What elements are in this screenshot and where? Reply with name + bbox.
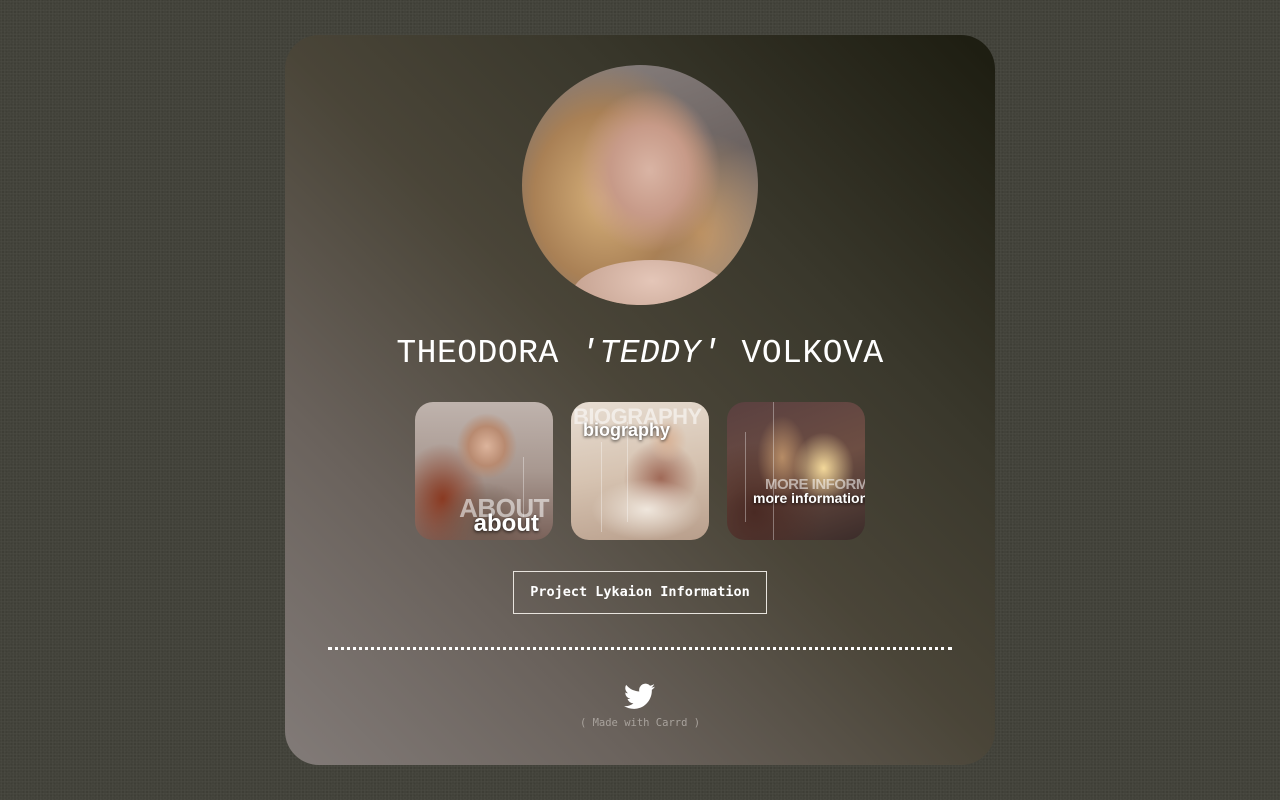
profile-name-nickname: 'TEDDY' [579, 335, 722, 372]
profile-card: THEODORA 'TEDDY' VOLKOVA ABOUT about BIO… [285, 35, 995, 765]
tile-about-label: about [473, 510, 539, 537]
profile-name-last: VOLKOVA [741, 335, 884, 372]
project-info-button[interactable]: Project Lykaion Information [513, 571, 767, 614]
tile-texture-line [745, 432, 746, 522]
tile-biography-label: biography [583, 420, 671, 440]
tile-more-information-label: more information [753, 490, 865, 506]
avatar-shoulder-shape [572, 260, 732, 305]
nav-tiles: ABOUT about BIOGRAPHY biography MORE INF… [415, 402, 865, 540]
dotted-divider [328, 647, 952, 650]
tile-about[interactable]: ABOUT about [415, 402, 553, 540]
profile-avatar [522, 65, 758, 305]
tile-texture-line [773, 402, 774, 540]
tile-texture-line [601, 442, 602, 532]
tile-more-information[interactable]: MORE INFORMATION more information [727, 402, 865, 540]
profile-name-first: THEODORA [396, 335, 559, 372]
tile-biography[interactable]: BIOGRAPHY biography [571, 402, 709, 540]
twitter-icon-glyph [624, 683, 655, 709]
twitter-icon[interactable] [624, 683, 655, 710]
profile-name: THEODORA 'TEDDY' VOLKOVA [285, 335, 995, 372]
made-with-carrd-link[interactable]: ( Made with Carrd ) [285, 717, 995, 729]
